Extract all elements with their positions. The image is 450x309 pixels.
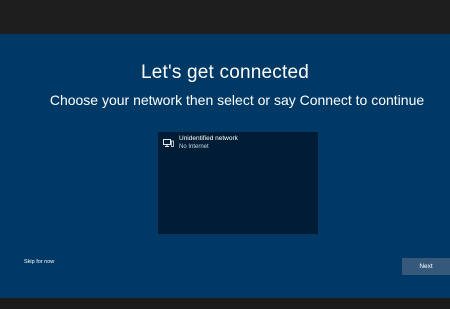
next-button[interactable]: Next bbox=[402, 258, 450, 275]
page-title: Let's get connected bbox=[141, 62, 309, 83]
bottom-bar bbox=[0, 298, 450, 309]
page-subtitle: Choose your network then select or say C… bbox=[49, 92, 425, 108]
network-list: Unidentified network No Internet bbox=[158, 132, 318, 234]
setup-screen: Let's get connected Choose your network … bbox=[0, 34, 450, 298]
network-item-unidentified[interactable]: Unidentified network No Internet bbox=[158, 132, 318, 158]
network-name: Unidentified network bbox=[179, 135, 238, 142]
skip-for-now-link[interactable]: Skip for now bbox=[24, 259, 54, 265]
top-bar bbox=[0, 0, 450, 34]
network-status: No Internet bbox=[179, 144, 209, 150]
oobe-window: Let's get connected Choose your network … bbox=[0, 0, 450, 309]
wired-network-icon bbox=[163, 139, 174, 147]
